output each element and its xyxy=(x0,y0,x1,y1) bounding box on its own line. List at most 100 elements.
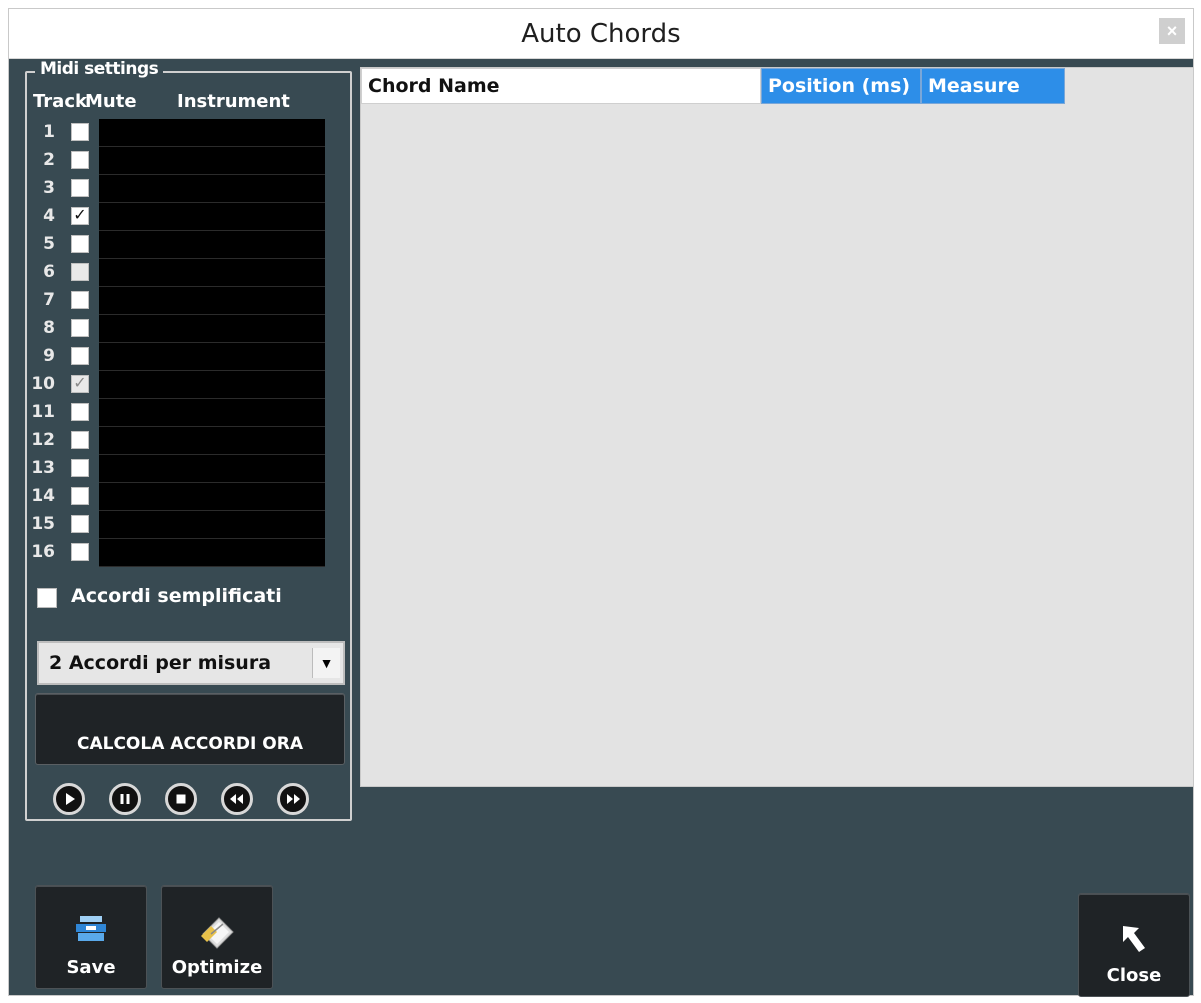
calculate-chords-button[interactable]: CALCOLA ACCORDI ORA xyxy=(35,693,345,765)
track-mute-checkbox[interactable] xyxy=(71,515,89,533)
calculate-chords-label: CALCOLA ACCORDI ORA xyxy=(76,734,303,754)
track-row: 16 xyxy=(27,539,347,567)
track-instrument-field[interactable] xyxy=(99,119,325,147)
rewind-icon[interactable] xyxy=(221,783,253,815)
track-mute-checkbox[interactable] xyxy=(71,543,89,561)
pause-icon[interactable] xyxy=(109,783,141,815)
track-row: 3 xyxy=(27,175,347,203)
simplified-chords-label: Accordi semplificati xyxy=(71,585,282,607)
close-icon[interactable]: × xyxy=(1159,18,1185,44)
track-number: 7 xyxy=(43,290,55,310)
track-row: 9 xyxy=(27,343,347,371)
track-number: 15 xyxy=(31,514,55,534)
track-mute-checkbox[interactable] xyxy=(71,487,89,505)
play-icon[interactable] xyxy=(53,783,85,815)
optimize-button[interactable]: Optimize xyxy=(161,885,273,989)
track-mute-checkbox[interactable]: ✓ xyxy=(71,375,89,393)
track-instrument-field[interactable] xyxy=(99,315,325,343)
track-mute-checkbox[interactable] xyxy=(71,403,89,421)
track-row: 12 xyxy=(27,427,347,455)
save-icon xyxy=(36,914,146,944)
track-number: 6 xyxy=(43,262,55,282)
track-mute-checkbox[interactable] xyxy=(71,179,89,197)
track-row: 8 xyxy=(27,315,347,343)
track-number: 4 xyxy=(43,206,55,226)
track-mute-checkbox[interactable] xyxy=(71,123,89,141)
track-instrument-field[interactable] xyxy=(99,427,325,455)
track-mute-checkbox[interactable]: ✓ xyxy=(71,207,89,225)
track-row: 2 xyxy=(27,147,347,175)
track-row: 11 xyxy=(27,399,347,427)
track-row: 13 xyxy=(27,455,347,483)
simplified-chords-option[interactable]: Accordi semplificati xyxy=(37,585,337,611)
chords-per-measure-select[interactable]: 2 Accordi per misura ▼ xyxy=(37,641,345,685)
track-row: 1 xyxy=(27,119,347,147)
chord-grid[interactable]: Chord Name Position (ms) Measure xyxy=(360,67,1194,787)
column-header-instrument: Instrument xyxy=(177,91,290,112)
track-number: 3 xyxy=(43,178,55,198)
track-instrument-field[interactable] xyxy=(99,399,325,427)
track-instrument-field[interactable] xyxy=(99,511,325,539)
track-row: 7 xyxy=(27,287,347,315)
track-mute-checkbox[interactable] xyxy=(71,459,89,477)
track-row: 5 xyxy=(27,231,347,259)
column-measure[interactable]: Measure xyxy=(921,68,1065,104)
track-row: 15 xyxy=(27,511,347,539)
chevron-down-icon[interactable]: ▼ xyxy=(312,648,340,678)
track-number: 12 xyxy=(31,430,55,450)
track-mute-checkbox[interactable] xyxy=(71,151,89,169)
track-mute-checkbox[interactable] xyxy=(71,431,89,449)
track-mute-checkbox[interactable] xyxy=(71,347,89,365)
column-header-mute: Mute xyxy=(85,91,137,112)
track-mute-checkbox[interactable] xyxy=(71,235,89,253)
title-bar: Auto Chords × xyxy=(9,9,1193,59)
track-number: 2 xyxy=(43,150,55,170)
window-title: Auto Chords xyxy=(521,19,681,49)
auto-chords-window: Auto Chords × Midi settings Track Mute I… xyxy=(8,8,1194,997)
track-number: 5 xyxy=(43,234,55,254)
track-row: 6 xyxy=(27,259,347,287)
transport-controls xyxy=(53,783,343,819)
track-instrument-field[interactable] xyxy=(99,287,325,315)
simplified-chords-checkbox[interactable] xyxy=(37,588,57,608)
close-button-label: Close xyxy=(1106,965,1162,986)
back-arrow-icon xyxy=(1079,922,1189,958)
column-header-track: Track xyxy=(33,91,87,112)
track-instrument-field[interactable] xyxy=(99,259,325,287)
track-instrument-field[interactable] xyxy=(99,539,325,567)
stop-icon[interactable] xyxy=(165,783,197,815)
track-instrument-field[interactable] xyxy=(99,175,325,203)
save-button-label: Save xyxy=(66,957,116,978)
column-position-ms[interactable]: Position (ms) xyxy=(761,68,921,104)
track-instrument-field[interactable] xyxy=(99,203,325,231)
optimize-icon xyxy=(162,914,272,950)
track-number: 13 xyxy=(31,458,55,478)
track-row: 10 ✓ xyxy=(27,371,347,399)
save-button[interactable]: Save xyxy=(35,885,147,989)
track-mute-checkbox[interactable] xyxy=(71,263,89,281)
chords-per-measure-value: 2 Accordi per misura xyxy=(49,652,272,674)
track-instrument-field[interactable] xyxy=(99,231,325,259)
track-number: 8 xyxy=(43,318,55,338)
track-number: 16 xyxy=(31,542,55,562)
optimize-button-label: Optimize xyxy=(171,957,263,978)
close-button[interactable]: Close xyxy=(1078,893,1190,997)
track-instrument-field[interactable] xyxy=(99,455,325,483)
track-number: 9 xyxy=(43,346,55,366)
midi-settings-legend: Midi settings xyxy=(35,59,164,79)
track-mute-checkbox[interactable] xyxy=(71,291,89,309)
track-instrument-field[interactable] xyxy=(99,343,325,371)
track-instrument-field[interactable] xyxy=(99,483,325,511)
track-row: 14 xyxy=(27,483,347,511)
fast-forward-icon[interactable] xyxy=(277,783,309,815)
track-row: 4 ✓ xyxy=(27,203,347,231)
midi-settings-group: Midi settings Track Mute Instrument 1234… xyxy=(25,59,352,821)
track-number: 14 xyxy=(31,486,55,506)
track-number: 1 xyxy=(43,122,55,142)
track-instrument-field[interactable] xyxy=(99,147,325,175)
track-instrument-field[interactable] xyxy=(99,371,325,399)
column-chord-name[interactable]: Chord Name xyxy=(361,68,761,104)
track-number: 11 xyxy=(31,402,55,422)
track-number: 10 xyxy=(31,374,55,394)
track-mute-checkbox[interactable] xyxy=(71,319,89,337)
